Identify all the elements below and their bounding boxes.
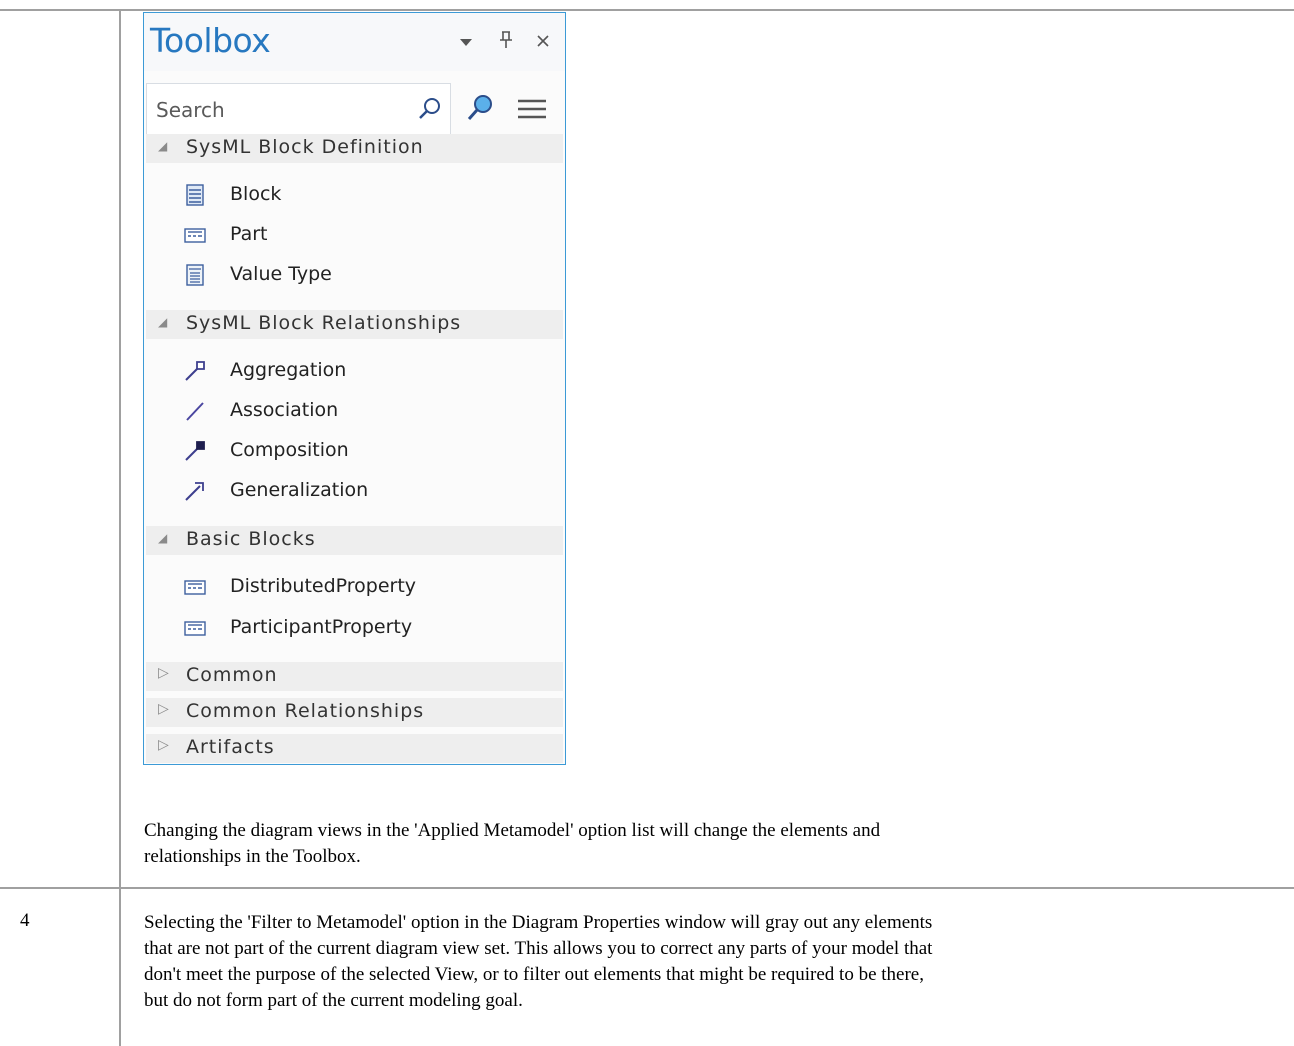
group-label: Common Relationships <box>186 700 425 722</box>
block-icon <box>186 184 204 206</box>
group-sysml-block-relationships[interactable]: ◢ SysML Block Relationships <box>146 310 563 339</box>
item-label: DistributedProperty <box>230 575 417 597</box>
item-label: Generalization <box>230 479 369 501</box>
part-icon <box>184 228 206 243</box>
value-type-icon <box>186 264 204 286</box>
pin-icon[interactable] <box>499 31 513 49</box>
property-icon <box>184 580 206 595</box>
expand-triangle-icon[interactable]: ▷ <box>158 701 169 717</box>
table-row-divider <box>0 887 1294 889</box>
expand-triangle-icon[interactable]: ▷ <box>158 665 169 681</box>
item-label: Composition <box>230 439 349 461</box>
item-label: Aggregation <box>230 359 347 381</box>
group-label: Basic Blocks <box>186 528 316 550</box>
generalization-icon <box>185 482 204 501</box>
search-input[interactable] <box>156 98 406 122</box>
item-label: Value Type <box>230 263 332 285</box>
step-4-paragraph: Selecting the 'Filter to Metamodel' opti… <box>144 910 932 1014</box>
toolbox-header: Toolbox <box>144 13 565 71</box>
table-top-border <box>0 9 1294 11</box>
description-paragraph: Changing the diagram views in the 'Appli… <box>144 818 880 870</box>
menu-icon[interactable] <box>517 98 547 120</box>
item-label: Block <box>230 183 282 205</box>
aggregation-icon <box>185 361 205 381</box>
advanced-search-icon[interactable] <box>466 93 494 123</box>
paragraph-line: don't meet the purpose of the selected V… <box>144 964 924 985</box>
search-icon[interactable] <box>417 96 443 122</box>
search-row <box>144 83 565 135</box>
paragraph-line: but do not form part of the current mode… <box>144 990 523 1011</box>
step-number: 4 <box>20 910 30 931</box>
dropdown-icon[interactable] <box>458 35 474 49</box>
group-label: SysML Block Relationships <box>186 312 462 334</box>
group-basic-blocks[interactable]: ◢ Basic Blocks <box>146 526 563 555</box>
close-icon[interactable] <box>535 33 551 49</box>
collapse-triangle-icon[interactable]: ◢ <box>158 531 167 545</box>
paragraph-line: Changing the diagram views in the 'Appli… <box>144 820 881 841</box>
collapse-triangle-icon[interactable]: ◢ <box>158 139 167 153</box>
item-label: Association <box>230 399 339 421</box>
table-column-divider <box>119 9 121 1046</box>
group-artifacts[interactable]: ▷ Artifacts <box>146 734 563 763</box>
association-icon <box>186 402 204 421</box>
collapse-triangle-icon[interactable]: ◢ <box>158 315 167 329</box>
group-sysml-block-definition[interactable]: ◢ SysML Block Definition <box>146 134 563 163</box>
paragraph-line: relationships in the Toolbox. <box>144 846 361 867</box>
composition-icon <box>185 441 205 461</box>
paragraph-line: Selecting the 'Filter to Metamodel' opti… <box>144 912 933 933</box>
expand-triangle-icon[interactable]: ▷ <box>158 737 169 753</box>
group-label: SysML Block Definition <box>186 136 424 158</box>
toolbox-panel: Toolbox ◢ SysML Block Definition Block P <box>143 12 566 765</box>
item-label: ParticipantProperty <box>230 616 413 638</box>
group-label: Common <box>186 664 278 686</box>
group-label: Artifacts <box>186 736 275 758</box>
paragraph-line: that are not part of the current diagram… <box>144 938 933 959</box>
search-box[interactable] <box>146 83 451 135</box>
toolbox-title: Toolbox <box>150 21 271 60</box>
group-common[interactable]: ▷ Common <box>146 662 563 691</box>
item-label: Part <box>230 223 268 245</box>
group-common-relationships[interactable]: ▷ Common Relationships <box>146 698 563 727</box>
property-icon <box>184 621 206 636</box>
